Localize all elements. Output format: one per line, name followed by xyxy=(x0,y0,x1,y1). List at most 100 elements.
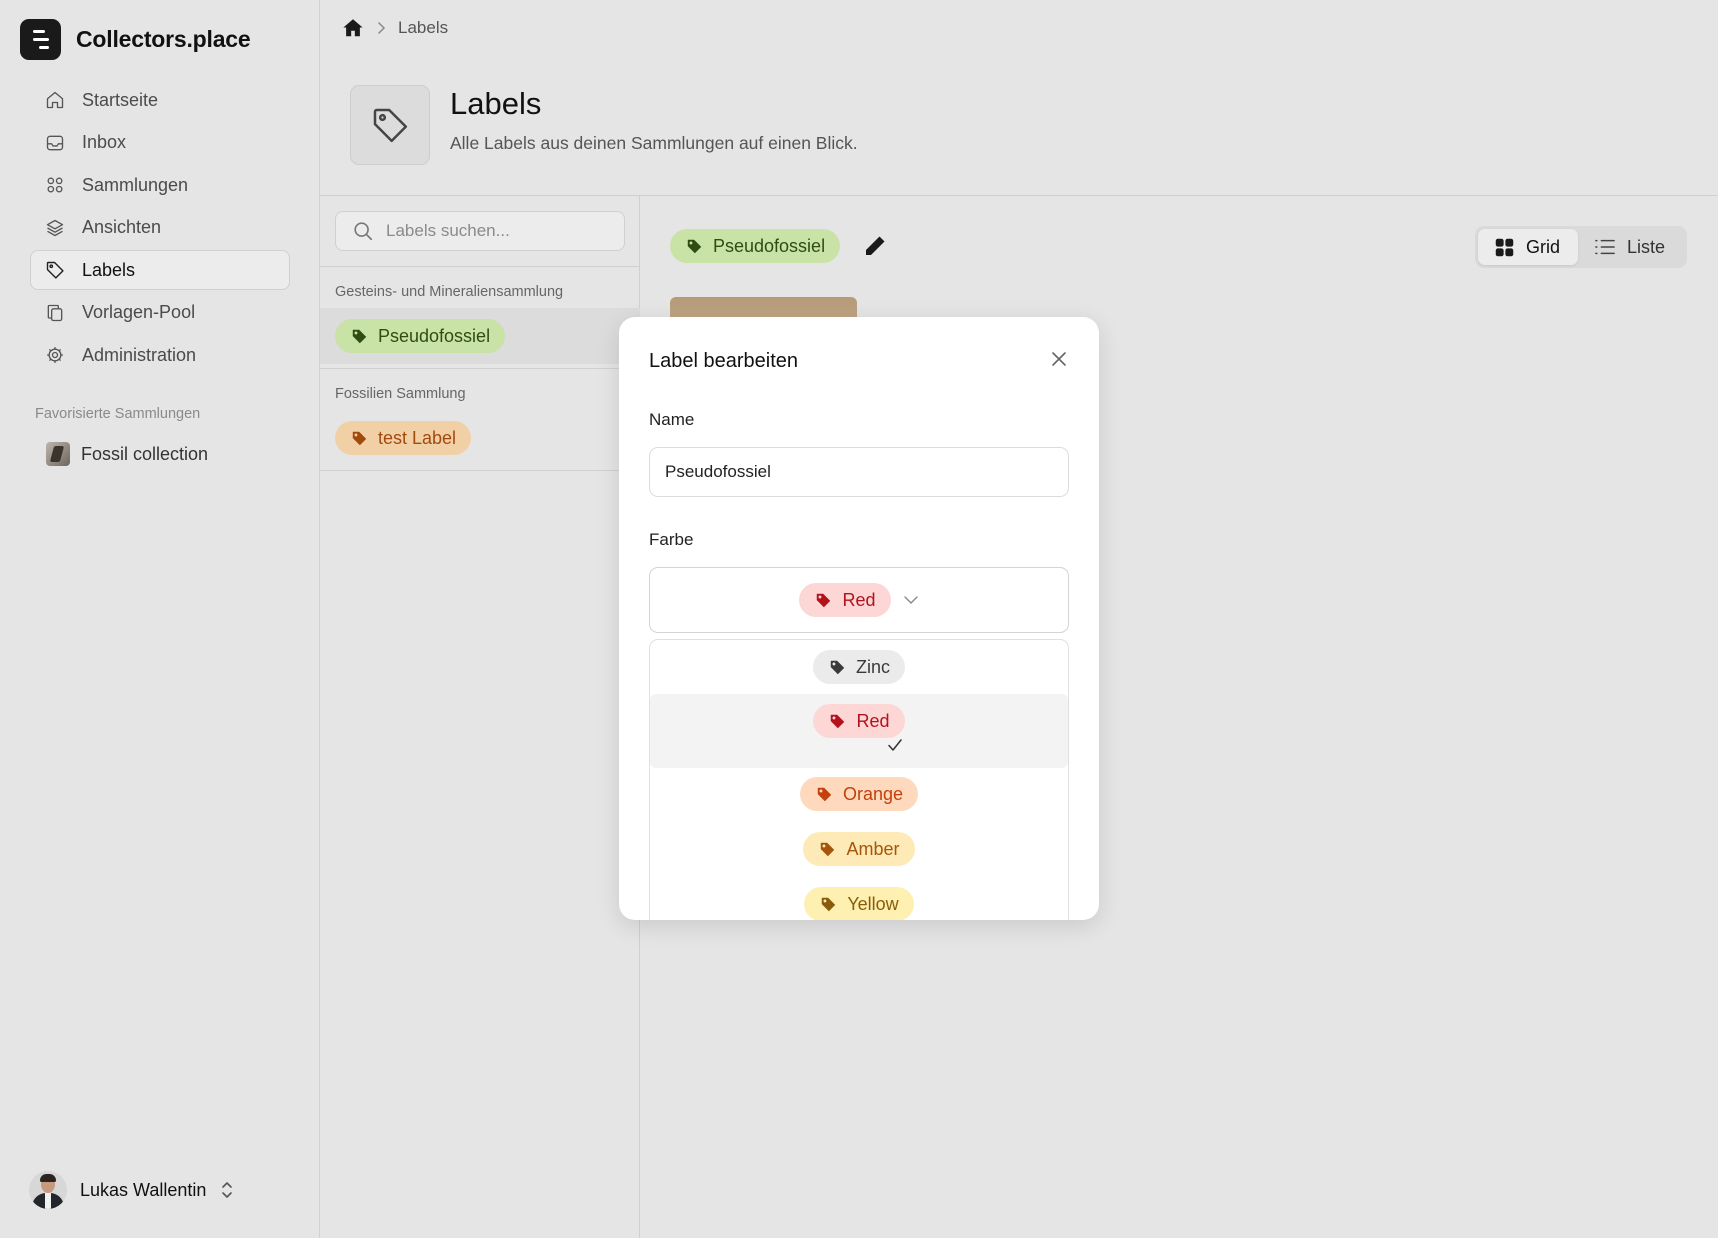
color-chip: Red xyxy=(813,704,905,738)
color-option-text: Red xyxy=(856,710,890,731)
tag-icon xyxy=(373,108,408,143)
color-chip: Amber xyxy=(803,832,915,866)
selected-color-chip: Red xyxy=(799,583,891,617)
tag-icon xyxy=(352,431,367,445)
edit-label-dialog: Label bearbeiten Name Pseudofossiel Farb… xyxy=(619,317,1099,920)
color-option-text: Yellow xyxy=(847,893,899,914)
color-select[interactable]: Red xyxy=(649,567,1069,633)
sidebar-item-label: Ansichten xyxy=(82,217,162,237)
edit-label-pencil-icon[interactable] xyxy=(863,234,887,258)
copy-icon xyxy=(47,304,63,321)
chevron-up-down-icon xyxy=(222,1182,233,1198)
inbox-icon xyxy=(46,135,64,150)
grid-icon xyxy=(47,177,63,193)
collection-thumbnail xyxy=(46,442,70,466)
sidebar-item-label: Inbox xyxy=(82,132,127,152)
app-logo-icon xyxy=(20,19,61,60)
selected-label-chip: Pseudofossiel xyxy=(670,229,841,263)
color-dropdown: Zinc Red Orange Amber Yellow xyxy=(649,639,1069,920)
color-option-zinc[interactable]: Zinc xyxy=(650,650,1068,684)
checkmark-icon xyxy=(888,739,902,751)
labels-list-panel: Labels suchen... Gesteins- und Mineralie… xyxy=(320,196,640,1238)
tag-icon xyxy=(822,897,836,911)
sidebar-item-inbox[interactable]: Inbox xyxy=(30,123,290,163)
breadcrumb: Labels xyxy=(342,17,448,39)
color-chip: Zinc xyxy=(812,650,905,684)
search-icon xyxy=(354,222,373,241)
avatar xyxy=(29,1171,67,1209)
tag-icon xyxy=(46,261,64,279)
close-icon[interactable] xyxy=(1049,349,1069,369)
sidebar-item-label: Labels xyxy=(82,259,136,280)
color-field-label: Farbe xyxy=(649,530,694,549)
list-icon xyxy=(1595,239,1615,255)
name-field-label: Name xyxy=(649,410,695,429)
tag-icon xyxy=(817,787,832,801)
tag-icon xyxy=(831,714,845,728)
label-row[interactable]: Pseudofossiel xyxy=(320,308,640,364)
label-chip-text: Pseudofossiel xyxy=(713,235,826,256)
favorite-item-fossil-collection[interactable]: Fossil collection xyxy=(46,442,208,466)
name-field-value: Pseudofossiel xyxy=(665,462,771,481)
divider xyxy=(320,470,640,471)
grid-icon xyxy=(1495,238,1514,256)
grid-view-button[interactable]: Grid xyxy=(1478,229,1579,265)
color-option-red[interactable]: Red xyxy=(650,694,1068,768)
home-icon xyxy=(46,91,64,109)
sidebar: Collectors.place Startseite Inbox Sammlu… xyxy=(0,0,320,1238)
chevron-right-icon xyxy=(378,22,386,34)
grid-view-label: Grid xyxy=(1526,236,1561,257)
view-toggle: Grid Liste xyxy=(1475,226,1687,268)
tag-icon xyxy=(830,660,845,674)
search-input[interactable]: Labels suchen... xyxy=(335,211,625,251)
user-name: Lukas Wallentin xyxy=(80,1179,207,1200)
user-menu[interactable]: Lukas Wallentin xyxy=(29,1171,234,1209)
sidebar-item-label: Startseite xyxy=(82,89,159,110)
tag-icon xyxy=(352,329,367,343)
favorite-item-label: Fossil collection xyxy=(81,443,209,464)
label-row[interactable]: test Label xyxy=(320,410,640,466)
tag-icon xyxy=(821,842,835,856)
label-chip: Pseudofossiel xyxy=(670,229,841,263)
color-option-text: Amber xyxy=(846,838,900,859)
sidebar-item-label: Vorlagen-Pool xyxy=(82,302,196,322)
search-placeholder: Labels suchen... xyxy=(386,221,510,240)
name-field[interactable]: Pseudofossiel xyxy=(649,447,1069,497)
brand[interactable]: Collectors.place xyxy=(20,19,251,60)
page-subtitle: Alle Labels aus deinen Sammlungen auf ei… xyxy=(450,133,858,153)
selected-color-text: Red xyxy=(842,589,876,610)
group-title: Gesteins- und Mineraliensammlung xyxy=(335,284,564,300)
home-icon[interactable] xyxy=(342,17,364,39)
page-icon xyxy=(350,85,430,165)
sidebar-item-vorlagen-pool[interactable]: Vorlagen-Pool xyxy=(30,293,290,333)
chevron-down-icon xyxy=(903,596,918,604)
favorites-heading: Favorisierte Sammlungen xyxy=(35,406,201,422)
sidebar-item-label: Sammlungen xyxy=(82,174,189,195)
divider xyxy=(320,368,640,369)
label-chip[interactable]: test Label xyxy=(335,421,472,455)
sidebar-item-labels[interactable]: Labels xyxy=(30,250,290,290)
sidebar-item-startseite[interactable]: Startseite xyxy=(30,80,290,120)
label-chip[interactable]: Pseudofossiel xyxy=(335,319,506,353)
color-option-amber[interactable]: Amber xyxy=(650,832,1068,866)
divider xyxy=(320,266,640,267)
sidebar-nav: Startseite Inbox Sammlungen Ansichten La… xyxy=(30,80,290,378)
color-option-text: Zinc xyxy=(855,656,890,677)
list-view-button[interactable]: Liste xyxy=(1578,229,1683,265)
color-option-yellow[interactable]: Yellow xyxy=(650,887,1068,920)
layers-icon xyxy=(46,219,64,236)
gear-icon xyxy=(47,347,63,363)
sidebar-item-ansichten[interactable]: Ansichten xyxy=(30,208,290,248)
color-option-orange[interactable]: Orange xyxy=(650,777,1068,811)
app-name: Collectors.place xyxy=(76,26,251,52)
sidebar-item-label: Administration xyxy=(82,344,197,365)
dialog-title: Label bearbeiten xyxy=(649,350,799,372)
sidebar-item-sammlungen[interactable]: Sammlungen xyxy=(30,165,290,205)
sidebar-item-administration[interactable]: Administration xyxy=(30,335,290,375)
group-title: Fossilien Sammlung xyxy=(335,386,466,402)
breadcrumb-current: Labels xyxy=(398,18,449,37)
tag-icon xyxy=(687,239,702,253)
color-chip: Orange xyxy=(799,777,919,811)
page-title: Labels xyxy=(450,86,542,121)
label-chip-text: test Label xyxy=(378,427,457,448)
